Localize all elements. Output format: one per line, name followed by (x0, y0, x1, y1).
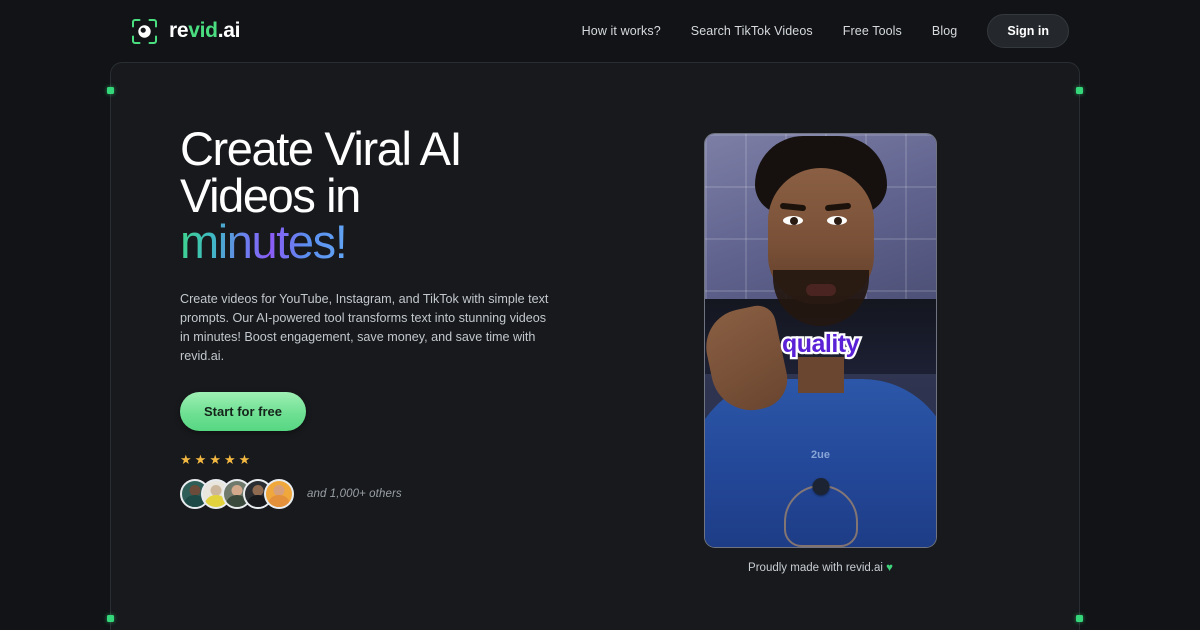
star-icon: ★ (209, 452, 221, 468)
headline-gradient-word: minutes! (180, 215, 348, 269)
star-icon: ★ (238, 452, 251, 468)
demo-video-player[interactable]: 2ue quality (704, 133, 937, 548)
nav-link-how-it-works[interactable]: How it works? (582, 24, 661, 38)
avatar-group (180, 479, 294, 510)
page-root: revid.ai How it works? Search TikTok Vid… (0, 0, 1200, 630)
video-footer-note: Proudly made with revid.ai ♥ (704, 562, 937, 574)
brand-name-part2: vid (188, 19, 218, 42)
hero-video-column: 2ue quality Proudly made with revid.ai ♥ (704, 133, 937, 574)
video-shirt-logo: 2ue (811, 449, 830, 461)
video-caption-overlay: quality (780, 328, 862, 361)
corner-marker-top-left (107, 87, 114, 94)
heart-icon: ♥ (886, 562, 893, 574)
nav-link-search-tiktok-videos[interactable]: Search TikTok Videos (691, 24, 813, 38)
hero-stage: Create Viral AI Videos in minutes! Create … (107, 62, 1083, 630)
hero-left-column: Create Viral AI Videos in minutes! Create … (180, 125, 600, 510)
brand-logo[interactable]: revid.ai (130, 17, 240, 46)
nav-link-free-tools[interactable]: Free Tools (843, 24, 902, 38)
brand-name: revid.ai (169, 19, 240, 43)
brand-name-part3: .ai (217, 19, 241, 42)
headline-line-1: Create Viral AI (180, 122, 463, 175)
star-icon: ★ (194, 452, 207, 468)
video-footer-text: Proudly made with revid.ai (748, 562, 883, 574)
headline-line-2: Videos in (180, 168, 361, 222)
hero-subtext: Create videos for YouTube, Instagram, an… (180, 291, 549, 363)
start-for-free-button[interactable]: Start for free (180, 392, 307, 432)
social-proof: and 1,000+ others (180, 479, 600, 510)
page-title: Create Viral AI Videos in minutes! (180, 125, 600, 269)
corner-marker-bottom-left (107, 615, 114, 622)
site-header: revid.ai How it works? Search TikTok Vid… (0, 0, 1200, 62)
star-rating: ★ ★ ★ ★ ★ (180, 453, 600, 466)
avatar (264, 479, 294, 510)
camera-lens-icon (130, 17, 159, 46)
sign-in-button[interactable]: Sign in (987, 14, 1069, 48)
nav-link-blog[interactable]: Blog (932, 24, 957, 38)
social-proof-label: and 1,000+ others (307, 488, 402, 501)
corner-marker-bottom-right (1076, 615, 1083, 622)
video-subject-pupil (834, 217, 842, 225)
video-subject-mouth (805, 284, 836, 296)
star-icon: ★ (223, 452, 236, 468)
brand-name-part1: re (169, 19, 189, 42)
video-subject-pupil (790, 217, 798, 225)
corner-marker-top-right (1076, 87, 1083, 94)
star-icon: ★ (180, 452, 192, 468)
video-lapel-mic (812, 478, 829, 495)
video-subject-neck (797, 357, 844, 393)
main-nav: How it works? Search TikTok Videos Free … (582, 14, 1069, 48)
